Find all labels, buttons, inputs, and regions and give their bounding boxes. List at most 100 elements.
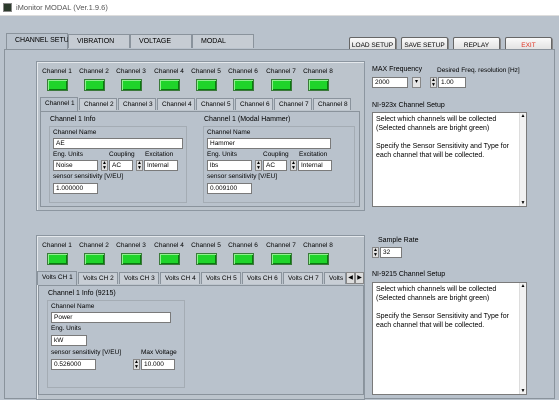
channel-led-4[interactable] xyxy=(159,253,180,265)
scroll-down-icon[interactable]: ▼ xyxy=(520,200,526,206)
max-frequency-field[interactable]: 2000 xyxy=(372,77,408,88)
channel-led-6[interactable] xyxy=(233,253,254,265)
channel-label: Channel 2 xyxy=(79,242,109,249)
subtab-volts-ch-2[interactable]: Volts CH 2 xyxy=(78,272,118,284)
sensitivity-label: sensor sensitivity [V/EU] xyxy=(51,349,122,356)
channel-led-3[interactable] xyxy=(121,79,142,91)
subtab-channel-7[interactable]: Channel 7 xyxy=(274,98,312,110)
excitation-field[interactable]: Internal xyxy=(298,160,332,171)
subtab-channel-2[interactable]: Channel 2 xyxy=(79,98,117,110)
channel-led-5[interactable] xyxy=(196,253,217,265)
resolution-spinner[interactable]: ▲ ▼ xyxy=(430,77,437,88)
ni923x-setup-text: Select which channels will be collected … xyxy=(372,112,527,207)
tab-vibration[interactable]: VIBRATION xyxy=(68,34,130,48)
scrollbar[interactable]: ▲ ▼ xyxy=(519,283,526,394)
channel-led-3[interactable] xyxy=(121,253,142,265)
max-voltage-spinner[interactable]: ▲ ▼ xyxy=(133,359,140,370)
ni9215-setup-text: Select which channels will be collected … xyxy=(372,282,527,395)
channel-label: Channel 1 xyxy=(42,68,72,75)
subtab-channel-1[interactable]: Channel 1 xyxy=(40,97,78,111)
channel-label: Channel 5 xyxy=(191,242,221,249)
sample-rate-field[interactable]: 32 xyxy=(380,247,402,258)
ni923x-panel: Channel 1 Channel 2 Channel 3 Channel 4 … xyxy=(36,61,365,211)
subtab-volts-ch-1[interactable]: Volts CH 1 xyxy=(37,271,77,285)
channel-led-5[interactable] xyxy=(196,79,217,91)
ni923x-setup-title: NI-923x Channel Setup xyxy=(372,102,445,109)
coupling-field[interactable]: AC xyxy=(109,160,133,171)
sample-rate-spinner[interactable]: ▲ ▼ xyxy=(372,247,379,258)
channel-led-6[interactable] xyxy=(233,79,254,91)
tab-channel-setup[interactable]: CHANNEL SETUP xyxy=(6,33,73,49)
channel-name-field[interactable]: AE xyxy=(53,138,183,149)
subtab-channel-3[interactable]: Channel 3 xyxy=(118,98,156,110)
channel-led-8[interactable] xyxy=(308,79,329,91)
coupling-label: Coupling xyxy=(263,151,289,158)
eng-units-field[interactable]: kW xyxy=(51,335,87,346)
channel-info-box: Channel Name AE Eng. Units Coupling Exci… xyxy=(49,126,187,203)
channel-name-label: Channel Name xyxy=(207,129,251,136)
coupling-spinner[interactable]: ▲ ▼ xyxy=(101,160,108,171)
channel-label: Channel 8 xyxy=(303,242,333,249)
sample-rate-label: Sample Rate xyxy=(378,237,419,244)
subtab-volts-ch-5[interactable]: Volts CH 5 xyxy=(201,272,241,284)
tab-voltage[interactable]: VOLTAGE xyxy=(130,34,192,48)
scrollbar[interactable]: ▲ ▼ xyxy=(519,113,526,206)
channel-led-7[interactable] xyxy=(271,253,292,265)
coupling-spinner[interactable]: ▲ ▼ xyxy=(255,160,262,171)
scroll-down-icon[interactable]: ▼ xyxy=(520,388,526,394)
channel-led-4[interactable] xyxy=(159,79,180,91)
channel-label: Channel 1 xyxy=(42,242,72,249)
channel-label: Channel 4 xyxy=(154,242,184,249)
channel-led-2[interactable] xyxy=(84,79,105,91)
channel-label: Channel 5 xyxy=(191,68,221,75)
freq-resolution-label: Desired Freq. resolution [Hz] xyxy=(437,67,520,74)
channel-name-field[interactable]: Power xyxy=(51,312,171,323)
subtab-channel-4[interactable]: Channel 4 xyxy=(157,98,195,110)
scroll-up-icon[interactable]: ▲ xyxy=(520,113,526,119)
excitation-label: Excitation xyxy=(145,151,174,158)
channel-led-8[interactable] xyxy=(308,253,329,265)
subtab-volts-ch-8[interactable]: Volts CH xyxy=(324,272,346,284)
subtab-volts-ch-3[interactable]: Volts CH 3 xyxy=(119,272,159,284)
modal-hammer-box: Channel Name Hammer Eng. Units Coupling … xyxy=(203,126,355,203)
channel-led-2[interactable] xyxy=(84,253,105,265)
eng-units-field[interactable]: Noise xyxy=(53,160,98,171)
channel-name-field[interactable]: Hammer xyxy=(207,138,331,149)
coupling-field[interactable]: AC xyxy=(263,160,287,171)
subtab-channel-8[interactable]: Channel 8 xyxy=(313,98,351,110)
coupling-label: Coupling xyxy=(109,151,135,158)
subtab-channel-6[interactable]: Channel 6 xyxy=(235,98,273,110)
channel-led-7[interactable] xyxy=(271,79,292,91)
sensitivity-field[interactable]: 1.000000 xyxy=(53,183,98,194)
max-frequency-label: MAX Frequency xyxy=(372,66,423,73)
sensitivity-field[interactable]: 0.009100 xyxy=(207,183,252,194)
subtab-channel-5[interactable]: Channel 5 xyxy=(196,98,234,110)
excitation-spinner[interactable]: ▲ ▼ xyxy=(136,160,143,171)
max-voltage-label: Max Voltage xyxy=(141,349,177,356)
excitation-spinner[interactable]: ▲ ▼ xyxy=(290,160,297,171)
subtab-volts-ch-6[interactable]: Volts CH 6 xyxy=(242,272,282,284)
channel-label: Channel 6 xyxy=(228,242,258,249)
tab-scroll-left-icon[interactable]: ◀ xyxy=(346,272,355,284)
app-body: CHANNEL SETUP VIBRATION VOLTAGE MODAL LO… xyxy=(0,16,559,400)
eng-units-field[interactable]: lbs xyxy=(207,160,252,171)
subtab-volts-ch-4[interactable]: Volts CH 4 xyxy=(160,272,200,284)
excitation-field[interactable]: Internal xyxy=(144,160,178,171)
max-voltage-field[interactable]: 10.000 xyxy=(141,359,175,370)
sensitivity-field[interactable]: 0.526000 xyxy=(51,359,96,370)
channel-led-1[interactable] xyxy=(47,79,68,91)
channel-name-label: Channel Name xyxy=(53,129,97,136)
ni923x-channel-tabs: Channel 1 Channel 2 Channel 3 Channel 4 … xyxy=(40,97,362,112)
channel-label: Channel 7 xyxy=(266,242,296,249)
channel-label: Channel 8 xyxy=(303,68,333,75)
freq-resolution-field[interactable]: 1.00 xyxy=(438,77,466,88)
tab-modal[interactable]: MODAL xyxy=(192,34,254,48)
ni9215-setup-title: NI-9215 Channel Setup xyxy=(372,271,446,278)
tab-scroll-right-icon[interactable]: ▶ xyxy=(355,272,364,284)
channel-info-title: Channel 1 (Modal Hammer) xyxy=(204,116,291,123)
subtab-volts-ch-7[interactable]: Volts CH 7 xyxy=(283,272,323,284)
scroll-up-icon[interactable]: ▲ xyxy=(520,283,526,289)
chevron-down-icon[interactable]: ▾ xyxy=(412,77,421,88)
ni9215-panel: Channel 1 Channel 2 Channel 3 Channel 4 … xyxy=(36,235,365,400)
channel-led-1[interactable] xyxy=(47,253,68,265)
